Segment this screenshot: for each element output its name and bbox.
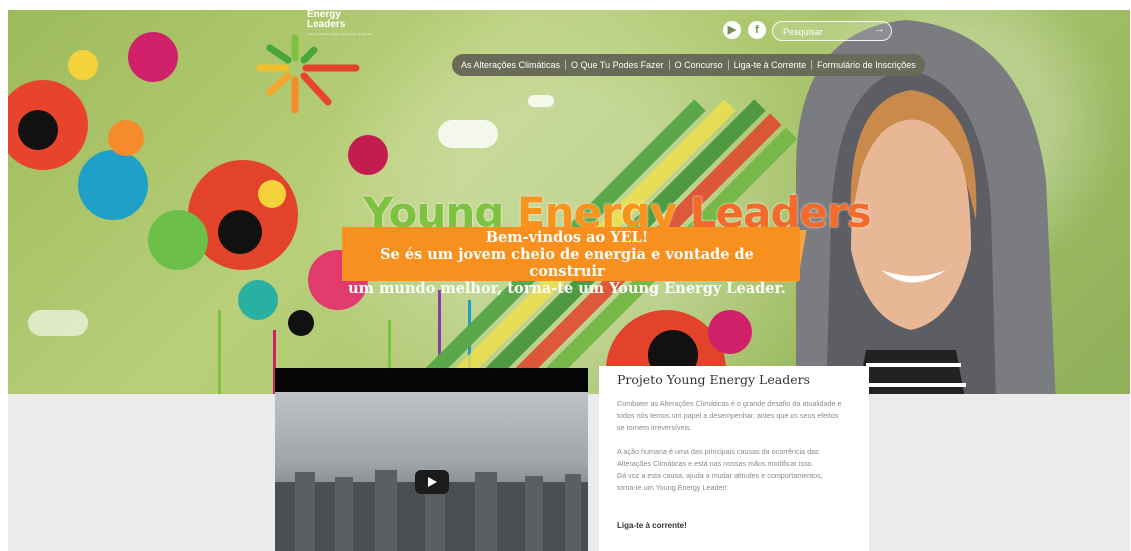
decor-bubble	[108, 120, 144, 156]
decor-bubble	[708, 310, 752, 354]
main-nav: As Alterações Climáticas O Que Tu Podes …	[452, 54, 925, 76]
search-input[interactable]	[781, 23, 865, 40]
cloud-icon	[438, 120, 498, 148]
cloud-icon	[528, 95, 554, 107]
decor-bubble	[218, 210, 262, 254]
decor-bubble	[348, 135, 388, 175]
play-button[interactable]	[415, 470, 449, 494]
video-player[interactable]	[275, 368, 588, 551]
project-paragraph-3: Dá voz a esta causa, ajuda a mudar atitu…	[617, 471, 823, 492]
project-paragraph-1: Combater as Alterações Climáticas é o gr…	[617, 399, 842, 432]
nav-item-contest[interactable]: O Concurso	[670, 60, 729, 70]
welcome-banner-text: Bem-vindos ao YEL! Se és um jovem cheio …	[342, 229, 792, 297]
welcome-line2: Se és um jovem cheio de energia e vontad…	[380, 246, 754, 280]
nav-item-registration-form[interactable]: Formulário de Inscrições	[812, 60, 921, 70]
decor-bubble	[258, 180, 286, 208]
project-body: Combater as Alterações Climáticas é o gr…	[617, 398, 842, 506]
search-arrow-icon[interactable]: →	[874, 23, 885, 35]
decor-bubble	[288, 310, 314, 336]
decor-stem	[218, 310, 221, 394]
decor-bubble	[78, 150, 148, 220]
facebook-icon[interactable]: f	[748, 21, 766, 39]
project-title: Projeto Young Energy Leaders	[617, 372, 810, 387]
nav-item-connect[interactable]: Liga-te à Corrente	[729, 60, 813, 70]
logo-icon[interactable]	[248, 10, 368, 120]
cloud-icon	[28, 310, 88, 336]
welcome-heading: Bem-vindos ao YEL!	[485, 229, 649, 246]
page: Young Energy Leaders Bem-vindos ao YEL! …	[0, 0, 1131, 551]
nav-item-what-you-can-do[interactable]: O Que Tu Podes Fazer	[566, 60, 670, 70]
decor-bubble	[238, 280, 278, 320]
decor-bubble	[128, 32, 178, 82]
decor-bubble	[18, 110, 58, 150]
decor-bubble	[68, 50, 98, 80]
project-paragraph-2: A ação humana é uma das principais causa…	[617, 447, 819, 468]
video-top-bar	[275, 368, 588, 392]
decor-bubble	[148, 210, 208, 270]
youtube-icon[interactable]: ▶	[723, 21, 741, 39]
nav-item-climate-change[interactable]: As Alterações Climáticas	[456, 60, 567, 70]
welcome-line3: um mundo melhor, torna-te um Young Energ…	[348, 280, 786, 297]
search-box: →	[772, 21, 892, 41]
connect-link[interactable]: Liga-te à corrente!	[617, 521, 687, 530]
